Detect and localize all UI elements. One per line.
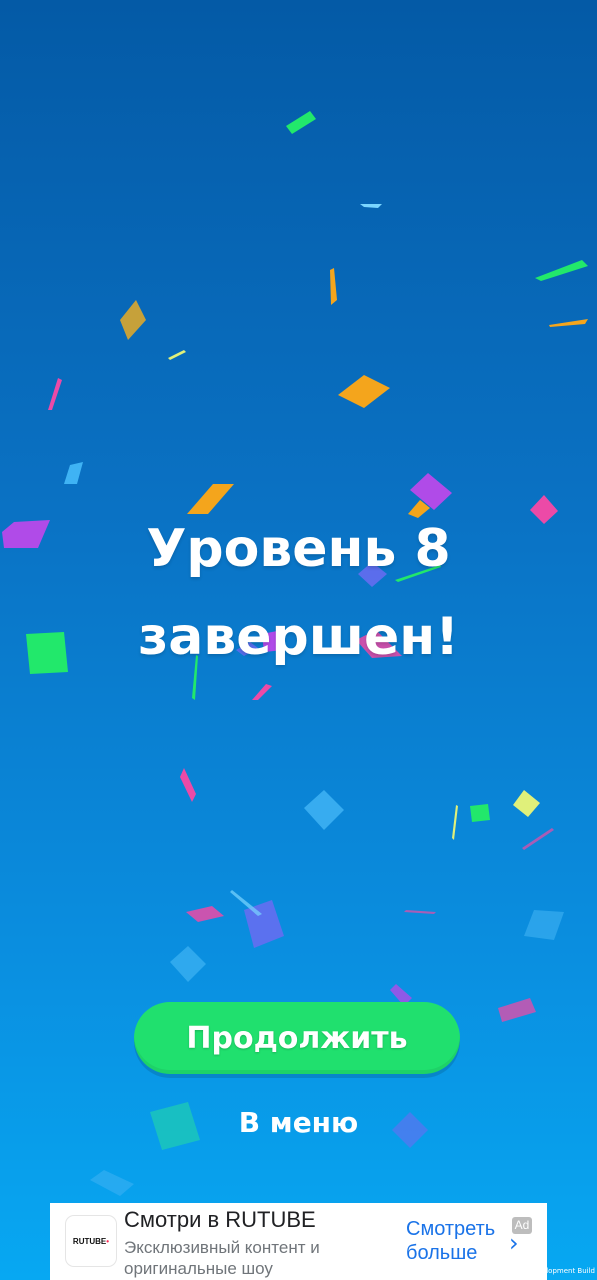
confetti-piece: [549, 319, 588, 327]
confetti-piece: [513, 790, 540, 817]
ad-title: Смотри в RUTUBE: [124, 1207, 316, 1232]
development-build-label: Development Build: [528, 1267, 595, 1275]
confetti-piece: [338, 375, 390, 408]
confetti-piece: [180, 768, 196, 802]
confetti-piece: [470, 804, 490, 822]
confetti-piece: [186, 906, 224, 922]
confetti-piece: [498, 998, 536, 1022]
confetti-piece: [535, 260, 588, 281]
continue-button[interactable]: Продолжить: [134, 1002, 460, 1074]
menu-button[interactable]: В меню: [0, 1106, 597, 1139]
confetti-piece: [90, 1170, 134, 1196]
confetti-piece: [168, 350, 186, 360]
rutube-logo: RUTUBE •: [66, 1216, 116, 1266]
rutube-logo-text: RUTUBE: [72, 1236, 107, 1246]
confetti-piece: [304, 790, 344, 830]
confetti-piece: [170, 946, 206, 982]
confetti-piece: [286, 111, 316, 134]
title-line-1: Уровень 8: [146, 519, 451, 579]
confetti-piece: [120, 300, 146, 340]
confetti-piece: [524, 910, 564, 940]
confetti-piece: [48, 378, 62, 410]
ad-description: Эксклюзивный контент и оригинальные шоу: [124, 1238, 320, 1278]
confetti-piece: [522, 828, 554, 850]
confetti-piece: [452, 805, 458, 840]
ad-cta-link[interactable]: Смотреть больше: [406, 1217, 514, 1265]
chevron-right-icon[interactable]: ›: [509, 1229, 519, 1257]
confetti-piece: [252, 684, 272, 700]
ad-banner[interactable]: RUTUBE • Смотри в RUTUBE Эксклюзивный кон…: [50, 1203, 547, 1280]
confetti-piece: [360, 204, 382, 208]
title-line-2: завершен!: [138, 607, 459, 667]
confetti-piece: [64, 462, 83, 484]
confetti-piece: [404, 910, 436, 914]
confetti-piece: [330, 268, 337, 305]
level-complete-title: Уровень 8 завершен!: [0, 505, 597, 681]
